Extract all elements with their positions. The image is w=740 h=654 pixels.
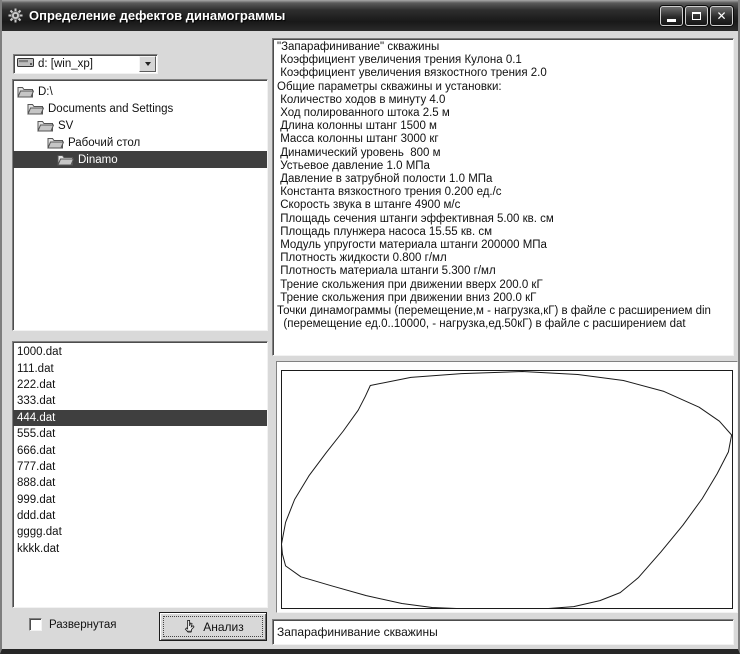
plot-frame <box>281 370 733 609</box>
tree-item-2[interactable]: SV <box>13 117 267 134</box>
folder-icon <box>37 121 54 132</box>
window-title: Определение дефектов динамограммы <box>29 8 286 23</box>
folder-icon <box>17 87 34 98</box>
checkbox-label: Развернутая <box>49 618 117 631</box>
folder-icon <box>27 104 44 115</box>
diagnosis-field[interactable] <box>272 619 734 645</box>
dynamogram-chart-panel <box>276 361 738 613</box>
close-button[interactable]: ✕ <box>710 5 733 26</box>
folder-icon <box>47 138 64 149</box>
app-window: Определение дефектов динамограммы ✕ d: [… <box>0 0 740 654</box>
titlebar: Определение дефектов динамограммы ✕ <box>2 0 738 31</box>
file-item-gggg-dat[interactable]: gggg.dat <box>13 524 267 540</box>
close-icon: ✕ <box>716 8 727 23</box>
file-item-kkkk-dat[interactable]: kkkk.dat <box>13 541 267 557</box>
file-item-222-dat[interactable]: 222.dat <box>13 377 267 393</box>
file-item-111-dat[interactable]: 111.dat <box>13 360 267 376</box>
file-item-777-dat[interactable]: 777.dat <box>13 459 267 475</box>
file-item-333-dat[interactable]: 333.dat <box>13 393 267 409</box>
drive-icon <box>17 57 34 71</box>
file-item-ddd-dat[interactable]: ddd.dat <box>13 508 267 524</box>
tree-item-label: Dinamo <box>78 153 118 166</box>
drive-combo[interactable]: d: [win_xp] <box>13 54 158 74</box>
app-icon <box>7 8 23 24</box>
maximize-icon <box>692 11 701 20</box>
combo-dropdown-button[interactable] <box>139 56 156 72</box>
tree-item-label: D:\ <box>38 85 53 98</box>
minimize-button[interactable] <box>660 5 683 26</box>
file-item-1000-dat[interactable]: 1000.dat <box>13 344 267 360</box>
file-item-999-dat[interactable]: 999.dat <box>13 492 267 508</box>
tree-item-label: SV <box>58 119 74 132</box>
file-list[interactable]: 1000.dat 111.dat 222.dat 333.dat 444.dat 555.… <box>12 341 268 608</box>
file-item-666-dat[interactable]: 666.dat <box>13 442 267 458</box>
tree-item-label: Documents and Settings <box>48 102 174 115</box>
analyze-button-label: Анализ <box>203 619 244 634</box>
tree-item-label: Рабочий стол <box>68 136 141 149</box>
maximize-button[interactable] <box>685 5 708 26</box>
analyze-button[interactable]: Анализ <box>159 612 267 641</box>
file-item-555-dat[interactable]: 555.dat <box>13 426 267 442</box>
tree-item-0[interactable]: D:\ <box>13 83 267 100</box>
drive-combo-value: d: [win_xp] <box>38 58 93 70</box>
dynamogram-plot <box>281 370 733 609</box>
checkbox-icon[interactable] <box>29 618 42 631</box>
folder-icon <box>57 155 74 166</box>
minimize-icon <box>667 19 676 22</box>
directory-tree[interactable]: D:\ Documents and Settings SV Рабочий стол D… <box>12 79 268 331</box>
chevron-down-icon <box>144 62 151 66</box>
expanded-checkbox[interactable]: Развернутая <box>29 618 116 631</box>
hand-icon <box>182 619 197 634</box>
parameters-memo[interactable]: "Запарафинивание" скважины Коэффициент у… <box>272 38 734 356</box>
tree-item-3[interactable]: Рабочий стол <box>13 134 267 151</box>
file-item-444-dat[interactable]: 444.dat <box>13 409 267 426</box>
tree-item-1[interactable]: Documents and Settings <box>13 100 267 117</box>
file-item-888-dat[interactable]: 888.dat <box>13 475 267 491</box>
window-controls: ✕ <box>660 5 733 26</box>
tree-item-4[interactable]: Dinamo <box>13 151 267 168</box>
